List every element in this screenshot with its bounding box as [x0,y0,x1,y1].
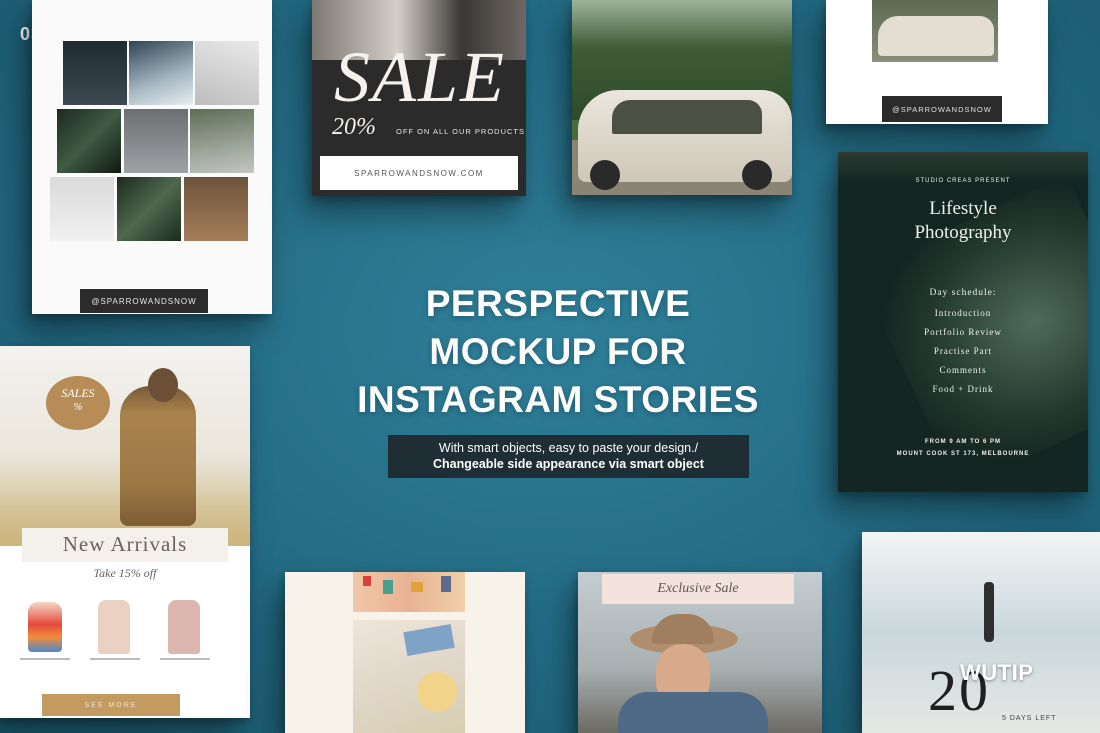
schedule-item: Practise Part [933,346,993,356]
schedule-item: Introduction [934,308,992,318]
lifestyle-schedule-title: Day schedule: [929,288,997,298]
photo-tile [57,109,121,173]
sales-badge: SALES % [46,376,110,430]
photo-tile [195,41,259,105]
person-figure [984,582,994,642]
handle-label: @SPARROWANDSNOW [882,96,1002,122]
story-card-car [572,0,792,195]
beach-days-left: 5 DAYS LEFT [1002,715,1057,722]
story-card-lifestyle: STUDIO CREAS PRESENT Lifestyle Photograp… [838,152,1088,492]
new-arrivals-discount: Take 15% off [93,566,157,580]
sale-offer: OFF ON ALL OUR PRODUCTS [396,127,525,136]
photo-tile [63,41,127,105]
photo-tile [50,177,114,241]
subtitle-line2: Changeable side appearance via smart obj… [433,457,704,471]
story-card-new-arrivals: SALES % New Arrivals Take 15% off SEE MO… [0,346,250,718]
sales-badge-percent: % [73,401,83,413]
headline-line2: MOCKUP FOR [429,331,687,372]
story-card-grid: @SPARROWANDSNOW [32,0,272,314]
story-card-products [285,572,525,733]
sale-site: SPARROWANDSNOW.COM [320,156,518,190]
product-dress [28,602,62,652]
subtitle-box: With smart objects, easy to paste your d… [388,435,749,478]
schedule-item: Comments [939,365,987,375]
see-more-button[interactable]: SEE MORE [42,694,180,716]
subtitle-line1: With smart objects, easy to paste your d… [438,441,699,455]
lifestyle-location: MOUNT COOK ST 173, MELBOURNE [896,451,1030,457]
schedule-item: Portfolio Review [924,327,1002,337]
photo-tile [190,109,254,173]
watermark: WUTIP [960,660,1034,685]
handle-label: @SPARROWANDSNOW [80,289,208,313]
headline-line3: INSTAGRAM STORIES [357,379,759,420]
lifestyle-title1: Lifestyle [929,198,997,219]
photo-tile [129,41,193,105]
exclusive-label: Exclusive Sale [602,574,794,604]
model-figure [120,386,196,526]
sale-heading: SALE [334,37,507,117]
photo-tile [184,177,248,241]
product-dress [98,600,130,654]
headline: PERSPECTIVE MOCKUP FOR INSTAGRAM STORIES [300,280,816,424]
photo-tile [124,109,188,173]
lifestyle-title2: Photography [914,222,1012,243]
lifestyle-time: FROM 9 AM TO 6 PM [924,439,1001,445]
product-dress [168,600,200,654]
new-arrivals-title: New Arrivals [62,532,188,556]
story-card-sale: SALE 20% OFF ON ALL OUR PRODUCTS SPARROW… [312,0,526,196]
story-card-exclusive: Exclusive Sale [578,572,822,733]
photo-tile [117,177,181,241]
lifestyle-studio: STUDIO CREAS PRESENT [915,178,1011,184]
story-card-beach: 20 5 DAYS LEFT [862,532,1100,733]
sale-percent: 20% [332,114,376,140]
sales-badge-text: SALES [61,386,95,400]
schedule-item: Food + Drink [932,384,994,394]
headline-line1: PERSPECTIVE [425,283,691,324]
story-card-car-small: @SPARROWANDSNOW [826,0,1048,124]
